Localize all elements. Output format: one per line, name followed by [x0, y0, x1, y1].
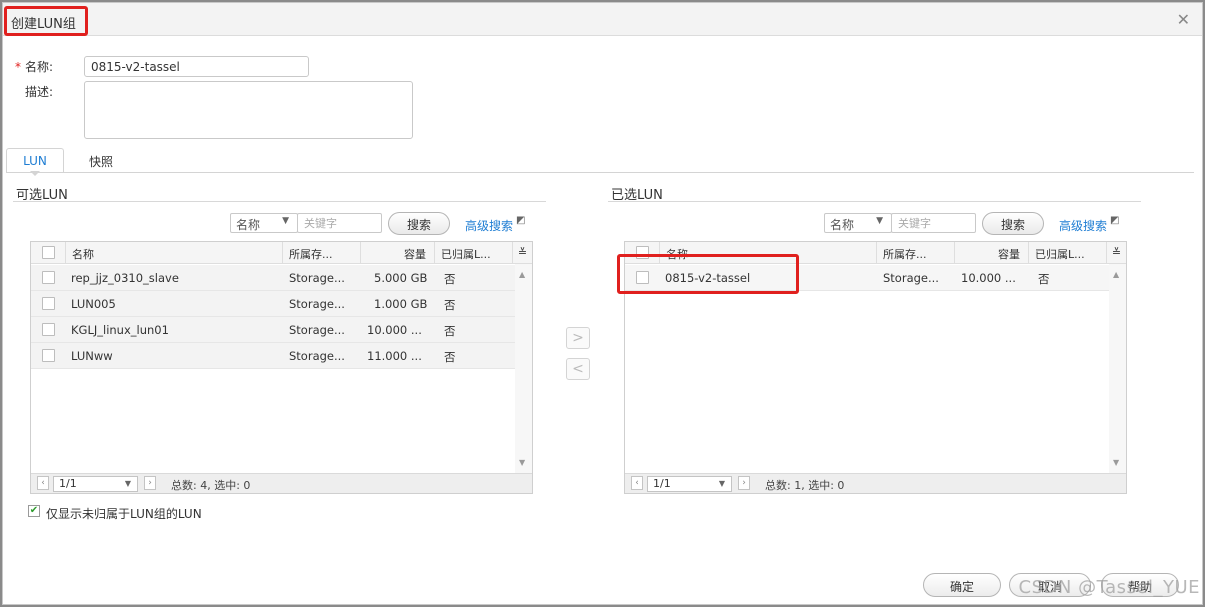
create-lun-group-dialog: 创建LUN组 ✕ *名称: 描述: LUN 快照 可选LUN 名称 ▼ 搜索 高…: [2, 2, 1203, 605]
cell-name: rep_jjz_0310_slave: [71, 271, 179, 285]
available-filter-select[interactable]: 名称 ▼: [230, 213, 298, 233]
row-checkbox[interactable]: [42, 323, 55, 336]
available-advanced-search-link[interactable]: 高级搜索: [465, 217, 513, 234]
available-search-button[interactable]: 搜索: [388, 212, 450, 235]
cell-belongs: 否: [1038, 272, 1050, 286]
table-pager: ‹ 1/1 ▼ › 总数: 1, 选中: 0: [625, 473, 1126, 493]
available-filter-value: 名称: [236, 218, 261, 232]
cell-name: LUN005: [71, 297, 116, 311]
next-page-icon[interactable]: ›: [144, 476, 156, 490]
chevron-down-icon: ▼: [718, 479, 725, 488]
chevron-down-icon: ▼: [876, 216, 883, 226]
col-belongs[interactable]: 已归属L...: [434, 242, 512, 263]
cell-belongs: 否: [444, 298, 456, 312]
selected-row-highlight-box: [617, 254, 799, 294]
available-lun-table: 名称 所属存... 容量 已归属L... ≚ rep_jjz_0310_slav…: [30, 241, 533, 494]
ok-button[interactable]: 确定: [923, 573, 1001, 597]
cell-belongs: 否: [444, 350, 456, 364]
tab-snapshot[interactable]: 快照: [79, 148, 123, 173]
row-checkbox[interactable]: [42, 271, 55, 284]
col-storage[interactable]: 所属存...: [876, 242, 954, 263]
title-highlight-box: [4, 6, 88, 36]
prev-page-icon[interactable]: ‹: [631, 476, 643, 490]
cell-storage: Storage...: [289, 323, 345, 337]
expand-icon[interactable]: ◩: [1110, 215, 1119, 226]
scroll-up-icon[interactable]: ▲: [1113, 270, 1119, 279]
table-row[interactable]: KGLJ_linux_lun01 Storage... 10.000 ... 否: [31, 317, 515, 343]
expand-icon[interactable]: ◩: [516, 215, 525, 226]
cell-capacity: 10.000 ...: [961, 271, 1016, 285]
selected-filter-select[interactable]: 名称 ▼: [824, 213, 892, 233]
cell-name: LUNww: [71, 349, 113, 363]
table-summary: 总数: 1, 选中: 0: [765, 479, 845, 492]
scroll-down-icon[interactable]: ▼: [519, 458, 525, 467]
page-select[interactable]: 1/1 ▼: [53, 476, 138, 492]
cell-capacity: 1.000 GB: [374, 297, 428, 311]
tab-lun[interactable]: LUN: [6, 148, 64, 173]
col-capacity[interactable]: 容量: [954, 242, 1028, 263]
column-menu-icon[interactable]: ≚: [1106, 242, 1126, 263]
row-checkbox[interactable]: [42, 297, 55, 310]
tab-caret-icon: [30, 171, 40, 176]
description-input[interactable]: [84, 81, 413, 139]
select-all-checkbox[interactable]: [42, 246, 55, 259]
tabs-divider: [6, 172, 1194, 173]
available-keyword-input[interactable]: [297, 213, 382, 233]
cell-capacity: 10.000 ...: [367, 323, 422, 337]
col-storage[interactable]: 所属存...: [282, 242, 360, 263]
table-row[interactable]: LUNww Storage... 11.000 ... 否: [31, 343, 515, 369]
col-belongs[interactable]: 已归属L...: [1028, 242, 1106, 263]
table-summary: 总数: 4, 选中: 0: [171, 479, 251, 492]
table-header: 名称 所属存... 容量 已归属L... ≚: [31, 242, 532, 264]
page-select[interactable]: 1/1 ▼: [647, 476, 732, 492]
selected-section-line: [608, 201, 1141, 202]
cell-capacity: 5.000 GB: [374, 271, 428, 285]
desc-label: 描述:: [25, 85, 54, 99]
cell-belongs: 否: [444, 272, 456, 286]
col-name[interactable]: 名称: [65, 242, 280, 263]
unassigned-only-checkbox[interactable]: ✔: [28, 505, 40, 517]
page-value: 1/1: [653, 477, 671, 490]
chevron-down-icon: ▼: [282, 216, 289, 226]
watermark-text: CSDN @Tassel_YUE: [1018, 577, 1200, 598]
table-scrollbar[interactable]: ▲ ▼: [1109, 264, 1126, 473]
scroll-up-icon[interactable]: ▲: [519, 270, 525, 279]
col-capacity[interactable]: 容量: [360, 242, 434, 263]
table-row[interactable]: LUN005 Storage... 1.000 GB 否: [31, 291, 515, 317]
name-input[interactable]: [84, 56, 309, 77]
dialog-titlebar: 创建LUN组 ✕: [3, 3, 1202, 36]
chevron-down-icon: ▼: [124, 479, 131, 488]
remove-from-selected-button[interactable]: <: [566, 358, 590, 380]
name-label-wrap: * 名称:: [15, 58, 53, 75]
selected-keyword-input[interactable]: [891, 213, 976, 233]
prev-page-icon[interactable]: ‹: [37, 476, 49, 490]
available-section-line: [13, 201, 546, 202]
cell-belongs: 否: [444, 324, 456, 338]
selected-advanced-search-link[interactable]: 高级搜索: [1059, 217, 1107, 234]
cell-storage: Storage...: [289, 297, 345, 311]
row-checkbox[interactable]: [42, 349, 55, 362]
add-to-selected-button[interactable]: >: [566, 327, 590, 349]
table-scrollbar[interactable]: ▲ ▼: [515, 264, 532, 473]
selected-filter-value: 名称: [830, 218, 855, 232]
column-menu-icon[interactable]: ≚: [512, 242, 532, 263]
name-label: 名称:: [25, 60, 54, 74]
cell-storage: Storage...: [289, 349, 345, 363]
close-icon[interactable]: ✕: [1177, 10, 1190, 29]
cell-storage: Storage...: [289, 271, 345, 285]
cell-name: KGLJ_linux_lun01: [71, 323, 169, 337]
scroll-down-icon[interactable]: ▼: [1113, 458, 1119, 467]
cell-storage: Storage...: [883, 271, 939, 285]
table-row[interactable]: rep_jjz_0310_slave Storage... 5.000 GB 否: [31, 265, 515, 291]
selected-search-button[interactable]: 搜索: [982, 212, 1044, 235]
page-value: 1/1: [59, 477, 77, 490]
next-page-icon[interactable]: ›: [738, 476, 750, 490]
cell-capacity: 11.000 ...: [367, 349, 422, 363]
table-pager: ‹ 1/1 ▼ › 总数: 4, 选中: 0: [31, 473, 532, 493]
required-mark: *: [15, 60, 21, 74]
unassigned-only-label: 仅显示未归属于LUN组的LUN: [46, 507, 202, 521]
